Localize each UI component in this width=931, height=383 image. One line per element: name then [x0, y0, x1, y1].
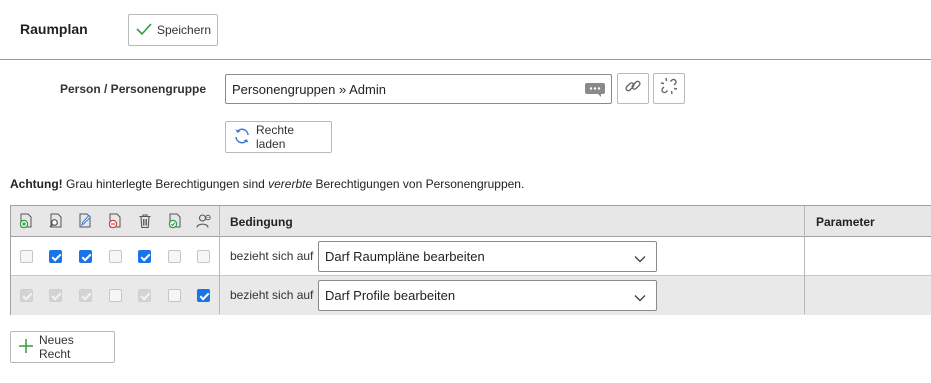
notice-text-before: Grau hinterlegte Berechtigungen sind — [62, 177, 269, 191]
table-row: bezieht sich auf Darf Profile bearbeiten — [11, 276, 931, 315]
condition-select-value: Darf Raumpläne bearbeiten — [325, 249, 485, 264]
column-parameter: Parameter — [816, 215, 875, 229]
edit-doc-icon — [77, 213, 93, 229]
rights-table: Bedingung Parameter bezieht sich auf Dar… — [10, 205, 931, 315]
header-divider — [0, 59, 931, 60]
user-settings-icon — [196, 213, 212, 229]
column-condition: Bedingung — [230, 215, 293, 229]
permission-checkbox-remove[interactable] — [109, 289, 122, 302]
condition-select[interactable]: Darf Profile bearbeiten — [318, 280, 657, 311]
permission-checkbox-delete[interactable] — [138, 289, 151, 302]
person-group-label: Person / Personengruppe — [60, 82, 207, 96]
link-icon — [624, 77, 642, 100]
page-title: Raumplan — [20, 21, 88, 37]
permission-checkbox-delete[interactable] — [138, 250, 151, 263]
chevron-down-icon — [634, 290, 646, 305]
search-doc-icon — [48, 213, 64, 229]
unlink-button[interactable] — [653, 73, 685, 104]
permission-checkbox-read[interactable] — [49, 250, 62, 263]
column-divider — [804, 206, 805, 314]
table-row: bezieht sich auf Darf Raumpläne bearbeit… — [11, 237, 931, 276]
relates-to-label: bezieht sich auf — [230, 288, 314, 302]
notice-text-after: Berechtigungen von Personengruppen. — [312, 177, 525, 191]
permission-checkbox-approve[interactable] — [168, 289, 181, 302]
new-right-button[interactable]: Neues Recht — [10, 331, 115, 363]
person-group-field[interactable]: Personengruppen » Admin — [225, 74, 612, 104]
load-rights-label: Rechte laden — [256, 123, 295, 151]
new-right-label: Neues Recht — [39, 333, 74, 361]
approve-doc-icon — [167, 213, 183, 229]
permission-checkbox-create[interactable] — [20, 250, 33, 263]
inheritance-notice: Achtung! Grau hinterlegte Berechtigungen… — [10, 177, 524, 191]
person-group-value: Personengruppen » Admin — [232, 82, 386, 97]
load-rights-button[interactable]: Rechte laden — [225, 121, 332, 153]
permission-checkbox-read[interactable] — [49, 289, 62, 302]
trash-icon — [137, 213, 153, 229]
add-doc-icon — [18, 213, 34, 229]
comment-icon[interactable] — [585, 83, 605, 100]
remove-doc-icon — [107, 213, 123, 229]
notice-emphasis: vererbte — [268, 177, 313, 191]
relates-to-label: bezieht sich auf — [230, 249, 314, 263]
permission-checkbox-edit[interactable] — [79, 250, 92, 263]
condition-select[interactable]: Darf Raumpläne bearbeiten — [318, 241, 657, 272]
permission-checkbox-manage[interactable] — [197, 250, 210, 263]
condition-select-value: Darf Profile bearbeiten — [325, 288, 456, 303]
chevron-down-icon — [634, 251, 646, 266]
check-icon — [136, 22, 152, 39]
column-divider — [219, 206, 220, 314]
save-button[interactable]: Speichern — [128, 14, 218, 46]
refresh-icon — [233, 127, 251, 148]
notice-prefix: Achtung! — [10, 177, 63, 191]
permission-checkbox-approve[interactable] — [168, 250, 181, 263]
unlink-icon — [660, 77, 678, 100]
plus-icon — [18, 338, 34, 357]
permission-checkbox-manage[interactable] — [197, 289, 210, 302]
permission-checkbox-edit[interactable] — [79, 289, 92, 302]
permission-checkbox-create[interactable] — [20, 289, 33, 302]
link-button[interactable] — [617, 73, 649, 104]
permission-checkbox-remove[interactable] — [109, 250, 122, 263]
table-header: Bedingung Parameter — [11, 206, 931, 237]
save-button-label: Speichern — [157, 23, 212, 37]
